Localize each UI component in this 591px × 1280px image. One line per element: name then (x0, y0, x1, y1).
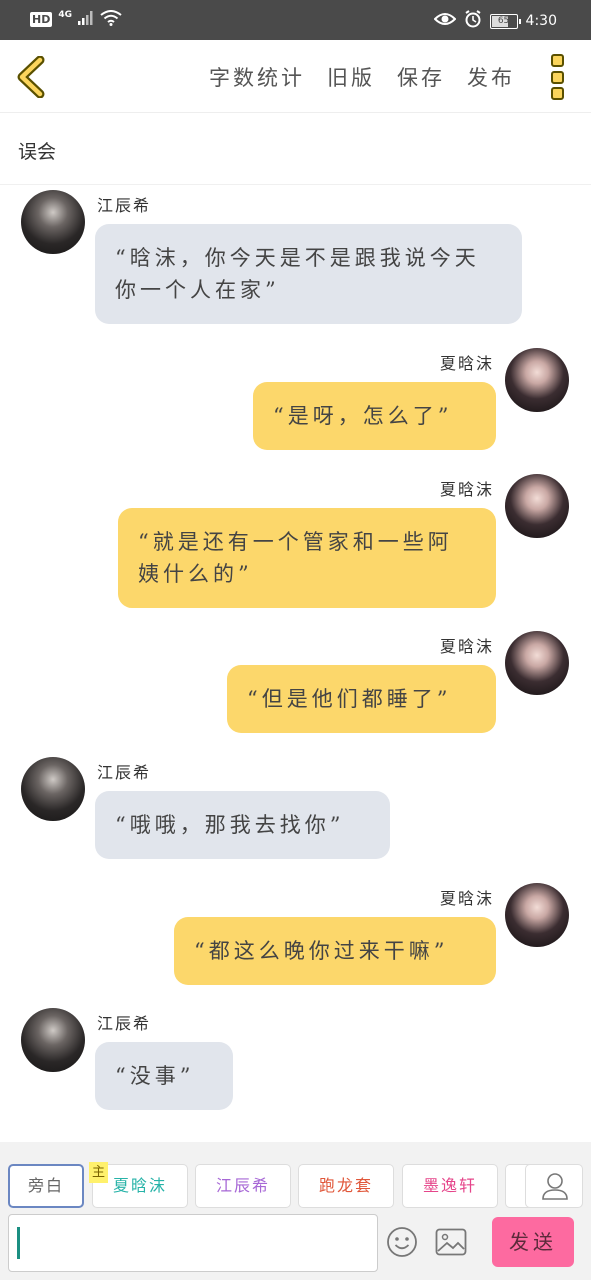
role-chip-mo-yixuan[interactable]: 墨逸轩 (402, 1164, 498, 1208)
emoji-button[interactable] (386, 1226, 418, 1258)
hd-badge: HD (30, 12, 53, 27)
more-dot-icon (551, 87, 564, 100)
image-icon (435, 1228, 467, 1256)
message-bubble[interactable]: “没事” (95, 1042, 233, 1110)
chevron-left-icon (17, 55, 45, 99)
sender-name: 江辰希 (97, 196, 152, 215)
add-role-button[interactable] (525, 1164, 583, 1208)
message-bubble[interactable]: “是呀，怎么了” (253, 382, 496, 450)
message-bubble[interactable]: “就是还有一个管家和一些阿姨什么的” (118, 508, 496, 608)
sender-name: 江辰希 (97, 1014, 152, 1033)
avatar[interactable] (505, 631, 569, 695)
send-button[interactable]: 发送 (492, 1217, 574, 1267)
avatar[interactable] (21, 757, 85, 821)
message-bubble[interactable]: “哦哦，那我去找你” (95, 791, 390, 859)
clock-time: 4:30 (525, 13, 557, 29)
more-dot-icon (551, 54, 564, 67)
role-chip-extra[interactable]: 跑龙套 (298, 1164, 394, 1208)
message-input[interactable] (8, 1214, 378, 1272)
chapter-title: 误会 (18, 141, 57, 163)
avatar[interactable] (505, 883, 569, 947)
sender-name: 夏晗沫 (439, 889, 494, 908)
main-role-badge: 主 (89, 1162, 108, 1183)
top-toolbar: 字数统计 旧版 保存 发布 (0, 40, 591, 113)
text-cursor (17, 1227, 20, 1259)
alarm-icon (464, 10, 482, 32)
save-button[interactable]: 保存 (397, 62, 445, 92)
image-button[interactable] (435, 1228, 467, 1256)
avatar[interactable] (505, 348, 569, 412)
publish-button[interactable]: 发布 (467, 62, 515, 92)
more-dot-icon (551, 70, 564, 84)
user-icon (542, 1173, 568, 1200)
status-bar: HD 4G 65 4:30 (0, 0, 591, 40)
more-menu-button[interactable] (551, 54, 567, 100)
sender-name: 夏晗沫 (439, 480, 494, 499)
avatar[interactable] (21, 1008, 85, 1072)
chapter-title-row[interactable]: 误会 (0, 113, 591, 185)
sender-name: 江辰希 (97, 763, 152, 782)
message-bubble[interactable]: “晗沫，你今天是不是跟我说今天你一个人在家” (95, 224, 522, 324)
old-version-button[interactable]: 旧版 (327, 62, 375, 92)
avatar[interactable] (21, 190, 85, 254)
role-chip-narrator[interactable]: 旁白 (8, 1164, 84, 1208)
message-bubble[interactable]: “都这么晚你过来干嘛” (174, 917, 496, 985)
wifi-icon (100, 10, 122, 29)
message-bubble[interactable]: “但是他们都睡了” (227, 665, 496, 733)
battery-level: 65 (497, 15, 510, 26)
sender-name: 夏晗沫 (439, 637, 494, 656)
word-count-button[interactable]: 字数统计 (209, 62, 305, 92)
avatar[interactable] (505, 474, 569, 538)
sender-name: 夏晗沫 (439, 354, 494, 373)
composer-panel: 旁白 夏晗沫 主 江辰希 跑龙套 墨逸轩 发送 (0, 1142, 591, 1280)
back-button[interactable] (14, 55, 48, 99)
smiley-icon (387, 1227, 417, 1257)
network-type: 4G (58, 9, 72, 20)
signal-icon (78, 11, 94, 28)
role-chip-jiang-chenxi[interactable]: 江辰希 (195, 1164, 291, 1208)
eye-icon (433, 12, 456, 30)
battery-icon: 65 (489, 13, 521, 29)
role-selector: 旁白 夏晗沫 主 江辰希 跑龙套 墨逸轩 (8, 1162, 583, 1210)
